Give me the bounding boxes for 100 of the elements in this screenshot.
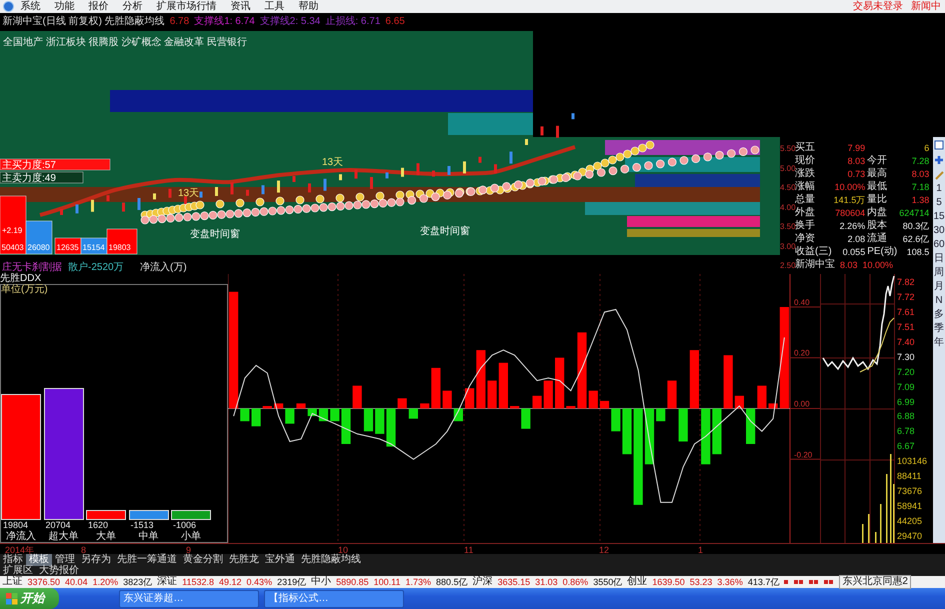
price-label: 7.72 [897, 292, 916, 302]
indicator-tab[interactable]: 指标 [0, 554, 26, 566]
candlestick [324, 178, 326, 191]
sector-tags: 全国地产 浙江板块 很腾股 沙矿概念 金融改革 民营银行 [3, 37, 247, 48]
taskbar-button[interactable]: 【指标公式… [264, 590, 404, 608]
bead-marker [256, 198, 264, 206]
candlestick [215, 187, 218, 196]
menu-item[interactable]: 工具 [258, 0, 292, 13]
indicator-tab[interactable]: 先胜龙 [226, 554, 262, 566]
menu-item[interactable]: 报价 [82, 0, 116, 13]
price-label: 7.82 [897, 278, 916, 287]
bead-marker [336, 194, 344, 202]
bead-marker [585, 170, 594, 179]
quote-value: 141.5万 [834, 195, 866, 205]
candlestick [416, 163, 420, 176]
period-button[interactable]: N [933, 294, 945, 308]
candlestick [153, 193, 156, 200]
price-label: 6.67 [897, 442, 916, 452]
period-button[interactable]: 月 [933, 280, 945, 294]
quote-label: 股本 [867, 221, 888, 231]
index-percent: 1.20% [92, 576, 118, 588]
price-label: 7.30 [897, 352, 916, 362]
period-button[interactable]: 30 [933, 224, 945, 238]
sell-strength-label: 主卖力度:49 [0, 172, 84, 184]
circle-logo-icon[interactable] [2, 1, 14, 12]
period-button[interactable]: 周 [933, 266, 945, 280]
quote-value: 8.03 [846, 156, 866, 166]
indicator-tab[interactable]: 宝外通 [262, 554, 298, 566]
bead-marker [158, 214, 166, 224]
bead-marker [526, 178, 534, 188]
indicator-tab[interactable]: 先胜一筹通道 [114, 554, 180, 566]
indicator-tab[interactable]: 模板 [26, 554, 52, 566]
candlestick [494, 164, 497, 174]
candlestick [76, 204, 78, 214]
bead-marker [478, 186, 488, 194]
bead-marker [454, 189, 464, 198]
window-icon[interactable] [934, 140, 944, 150]
quote-label: PE(动) [867, 247, 898, 257]
bead-marker [149, 215, 158, 224]
axis-label: 4.50 [780, 184, 795, 192]
candlestick [200, 192, 202, 198]
bead-marker [242, 208, 252, 218]
indicator-value: 止损线: 6.71 [325, 17, 380, 27]
chart-title: 新湖中宝(日线 前复权) 先胜隐蔽均线 [2, 17, 165, 27]
day-count-label: 13天 [178, 188, 200, 199]
axis-label: 3.00 [780, 242, 795, 250]
indicator-tab[interactable]: 先胜隐蔽均线 [298, 554, 364, 566]
menu-item[interactable]: 帮助 [292, 0, 326, 13]
bead-marker [538, 176, 546, 186]
extension-tab[interactable]: 大势报价 [36, 566, 82, 576]
flow-label: 大单 [95, 532, 117, 542]
period-button[interactable]: 年 [933, 336, 945, 350]
menu-item[interactable]: 分析 [116, 0, 150, 13]
bead-marker [294, 204, 302, 214]
bead-marker [276, 196, 284, 206]
price-label: 7.09 [897, 382, 916, 392]
candlestick [230, 182, 234, 194]
quote-value: 10.00% [834, 182, 866, 192]
news-link[interactable]: 新闻中 [907, 0, 945, 13]
period-button[interactable]: 5 [933, 196, 945, 210]
bead-marker [738, 147, 748, 156]
price-label: 44205 [897, 517, 924, 526]
quote-value: 2.26% [838, 221, 866, 231]
plus-icon[interactable] [934, 154, 944, 164]
bead-marker [387, 198, 396, 207]
period-button[interactable]: 日 [933, 252, 945, 266]
quote-label: 最低 [867, 182, 888, 192]
menu-item[interactable]: 系统 [14, 0, 48, 13]
period-button[interactable]: 60 [933, 238, 945, 252]
taskbar-button[interactable]: 东兴证券超… [118, 590, 258, 608]
candlestick [308, 183, 311, 192]
period-button[interactable]: 15 [933, 210, 945, 224]
indicator-tab[interactable]: 另存为 [78, 554, 114, 566]
menu-item[interactable]: 资讯 [224, 0, 258, 13]
bead-marker [310, 204, 320, 212]
quote-label: 最高 [867, 169, 888, 179]
index-change: 31.03 [535, 576, 558, 588]
extension-tab[interactable]: 扩展区 [0, 566, 36, 576]
bead-marker [356, 192, 364, 202]
flow-label: 小单 [180, 532, 202, 542]
price-label: 6.78 [897, 427, 916, 436]
bead-marker [236, 198, 244, 208]
menu-item[interactable]: 功能 [48, 0, 82, 13]
bead-marker [328, 202, 336, 212]
period-button[interactable]: 多 [933, 308, 945, 322]
index-name: 中小 [311, 576, 332, 588]
indicator-tab[interactable]: 管理 [52, 554, 78, 566]
period-button[interactable]: 季 [933, 322, 945, 336]
bead-marker [166, 214, 175, 222]
bead-marker [620, 164, 630, 174]
quote-label: 现价 [795, 156, 816, 166]
period-button[interactable]: 1 [933, 182, 945, 196]
menu-item[interactable]: 扩展市场行情 [150, 0, 224, 13]
indicator-tab[interactable]: 黄金分割 [180, 554, 226, 566]
quote-label: 净资 [795, 234, 816, 244]
bead-marker [216, 200, 224, 208]
legend-label: 净流入(万) [140, 262, 187, 273]
login-status[interactable]: 交易未登录 [849, 0, 907, 13]
price-label: 73676 [897, 487, 924, 496]
index-change: 100.11 [374, 576, 401, 588]
